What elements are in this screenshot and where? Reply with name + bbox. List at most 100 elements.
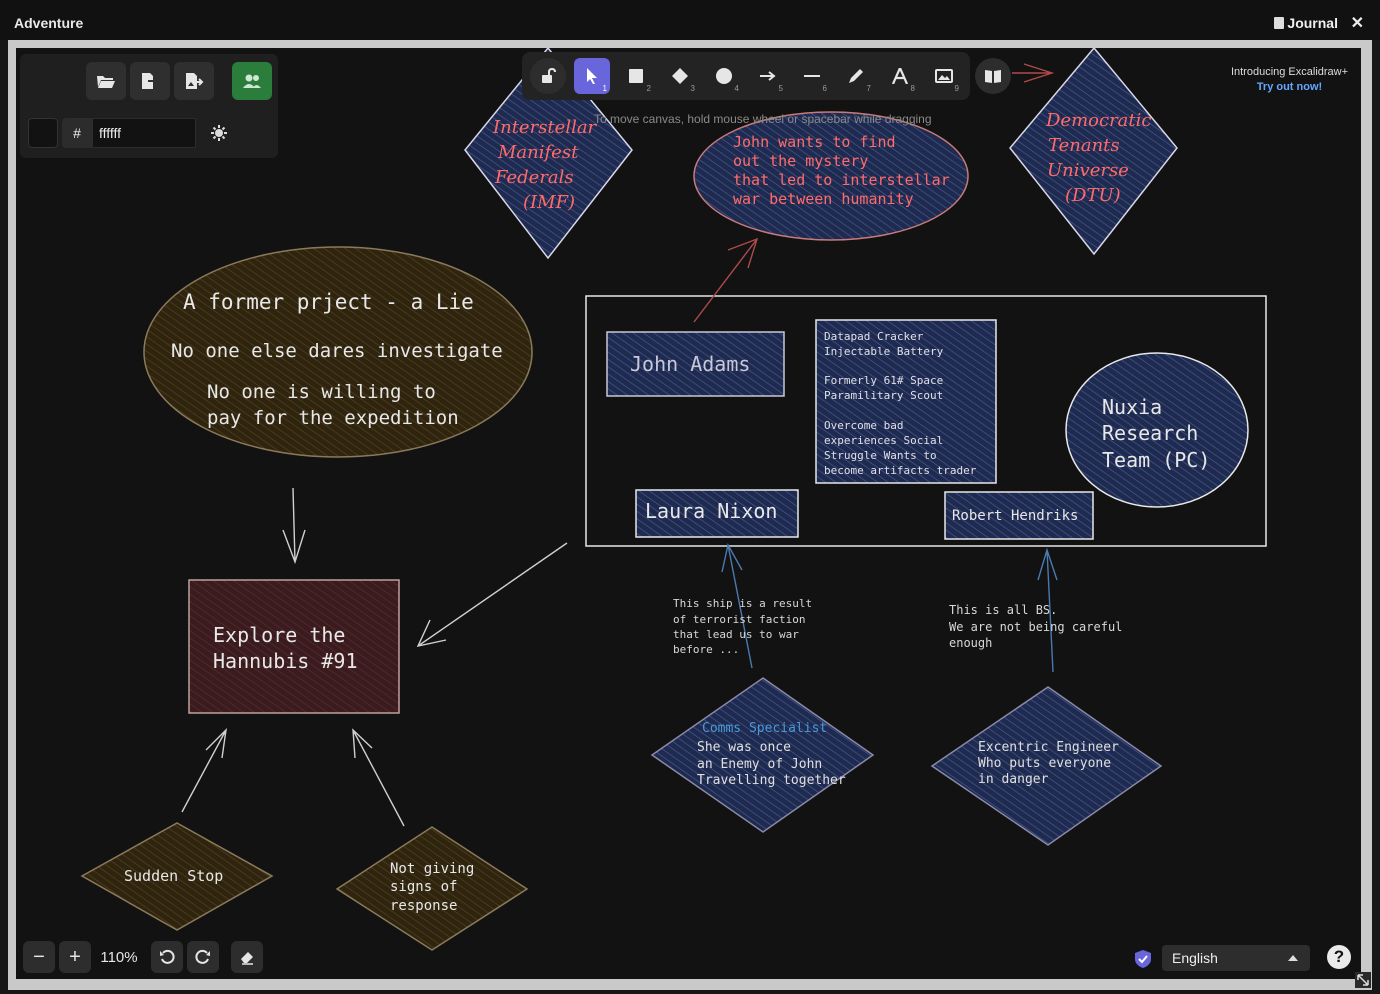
- explore-line: Hannubis #91: [213, 649, 358, 673]
- dtu-line: Tenants: [1048, 135, 1120, 156]
- arrow-tool[interactable]: 5: [750, 58, 786, 94]
- help-button[interactable]: ?: [1327, 945, 1351, 969]
- select-tool[interactable]: 1: [574, 58, 610, 94]
- tool-key: 6: [822, 84, 827, 93]
- export-icon: [142, 73, 159, 89]
- clear-canvas-button[interactable]: [231, 941, 263, 973]
- zoom-out-button[interactable]: −: [23, 941, 55, 973]
- line-tool[interactable]: 6: [794, 58, 830, 94]
- john-goal-line: out the mystery: [733, 152, 868, 170]
- ellipse-tool[interactable]: 4: [706, 58, 742, 94]
- export-image-icon: [186, 73, 204, 89]
- canvas-hint: To move canvas, hold mouse wheel or spac…: [594, 112, 932, 126]
- nuxia-line: Team (PC): [1102, 448, 1210, 472]
- bs-note-line: We are not being careful: [949, 620, 1122, 634]
- tool-key: 1: [602, 84, 607, 93]
- journal-button[interactable]: Journal: [1274, 15, 1338, 31]
- ship-note-line: This ship is a result: [673, 597, 812, 610]
- undo-icon: [160, 949, 175, 964]
- ship-note-line: of terrorist faction: [673, 613, 805, 626]
- lock-button[interactable]: [530, 58, 566, 94]
- john-goal-line: that led to interstellar: [733, 171, 950, 189]
- folder-icon: [97, 76, 115, 88]
- datapad-line: Injectable Battery: [824, 345, 944, 358]
- draw-tool[interactable]: 7: [838, 58, 874, 94]
- zoom-in-button[interactable]: +: [59, 941, 91, 973]
- drawing-canvas[interactable]: A former prject - a Lie No one else dare…: [16, 48, 1361, 979]
- pencil-icon: [849, 69, 863, 83]
- diamond-tool[interactable]: 3: [662, 58, 698, 94]
- collaborate-button[interactable]: [232, 62, 272, 100]
- lie-line1: No one else dares investigate: [171, 340, 503, 362]
- zoom-level[interactable]: 110%: [95, 941, 143, 973]
- rectangle-tool[interactable]: 2: [618, 58, 654, 94]
- export-button[interactable]: [130, 62, 170, 100]
- comms-diamond[interactable]: [650, 677, 875, 833]
- image-tool[interactable]: 9: [926, 58, 962, 94]
- lie-line2b: pay for the expedition: [207, 407, 459, 429]
- resize-handle[interactable]: [1355, 972, 1371, 988]
- hash-label: #: [62, 118, 92, 148]
- redo-button[interactable]: [187, 941, 219, 973]
- caret-up-icon: [1288, 955, 1298, 961]
- notgiving-line: signs of: [390, 879, 457, 895]
- unlock-icon: [542, 68, 556, 83]
- tool-key: 7: [866, 84, 871, 93]
- window-title: Adventure: [14, 15, 84, 31]
- imf-line: Interstellar: [492, 117, 598, 138]
- engineer-line: Excentric Engineer: [978, 740, 1119, 755]
- pointer-icon: [587, 68, 597, 84]
- background-hex-input[interactable]: [92, 118, 196, 148]
- imf-line: Manifest: [497, 142, 579, 163]
- line-icon: [804, 75, 820, 77]
- bs-note-line: enough: [949, 636, 992, 650]
- datapad-line: Struggle Wants to: [824, 449, 937, 462]
- tool-key: 3: [690, 84, 695, 93]
- eraser-icon: [241, 952, 253, 965]
- image-icon: [935, 69, 953, 83]
- john-label: John Adams: [630, 352, 750, 376]
- canvas-settings-panel: #: [20, 54, 278, 158]
- text-tool[interactable]: 8: [882, 58, 918, 94]
- nuxia-line: Research: [1102, 421, 1198, 445]
- notgiving-line: Not giving: [390, 861, 474, 877]
- shape-toolbar: 1 2 3 4 5 6 7 8 9: [522, 52, 970, 100]
- language-select[interactable]: English: [1162, 945, 1310, 971]
- notgiving-line: response: [390, 898, 457, 914]
- text-icon: [892, 68, 908, 84]
- excalidraw-plus-promo: Introducing Excalidraw+ Try out now!: [1212, 66, 1367, 93]
- close-button[interactable]: ✕: [1351, 13, 1364, 33]
- library-icon: [985, 70, 1001, 83]
- tool-key: 8: [910, 84, 915, 93]
- theme-toggle-icon[interactable]: [210, 124, 228, 142]
- lie-title: A former prject - a Lie: [183, 290, 474, 314]
- open-button[interactable]: [86, 62, 126, 100]
- background-color-swatch[interactable]: [28, 118, 58, 148]
- tool-key: 2: [646, 84, 651, 93]
- john-goal-line: John wants to find: [733, 133, 896, 151]
- datapad-line: experiences Social: [824, 434, 943, 447]
- dtu-line: Democratic: [1045, 110, 1151, 131]
- dtu-line: Universe: [1047, 160, 1129, 181]
- sudden-label: Sudden Stop: [124, 867, 223, 885]
- journal-label: Journal: [1287, 15, 1338, 31]
- dtu-line: (DTU): [1065, 185, 1121, 206]
- imf-line: (IMF): [523, 192, 575, 213]
- redo-icon: [195, 949, 210, 964]
- datapad-line: Paramilitary Scout: [824, 389, 943, 402]
- rectangle-icon: [629, 69, 643, 83]
- ellipse-icon: [716, 68, 732, 84]
- undo-button[interactable]: [151, 941, 183, 973]
- arrow-icon: [760, 71, 776, 81]
- promo-link[interactable]: Try out now!: [1212, 81, 1367, 93]
- library-button[interactable]: [975, 58, 1011, 94]
- bs-note-line: This is all BS.: [949, 603, 1057, 617]
- engineer-line: in danger: [978, 772, 1049, 787]
- diamond-icon: [672, 68, 688, 84]
- laura-label: Laura Nixon: [645, 499, 777, 523]
- export-image-button[interactable]: [174, 62, 214, 100]
- journal-icon: [1274, 17, 1285, 29]
- window-titlebar: Adventure Journal ✕: [0, 0, 1380, 40]
- explore-line: Explore the: [213, 623, 345, 647]
- resize-icon: [1357, 974, 1369, 986]
